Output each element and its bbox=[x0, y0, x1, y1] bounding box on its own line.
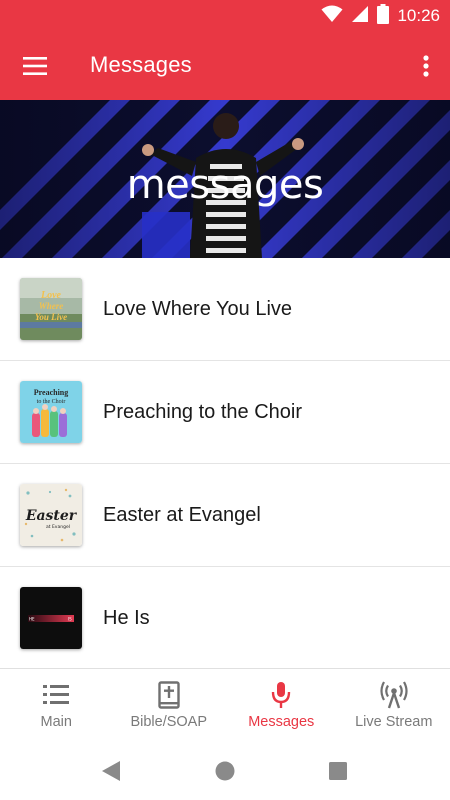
status-icons: 10:26 bbox=[321, 3, 440, 29]
series-thumbnail: HE IS bbox=[20, 587, 82, 649]
svg-text:Love: Love bbox=[40, 290, 62, 301]
status-bar: 10:26 bbox=[0, 0, 450, 32]
series-title: Preaching to the Choir bbox=[103, 401, 303, 423]
series-title: Easter at Evangel bbox=[103, 504, 261, 526]
nav-label-main: Main bbox=[40, 714, 72, 730]
series-thumbnail: Preaching to the Choir bbox=[20, 381, 82, 443]
wifi-icon bbox=[321, 5, 343, 28]
nav-item-main[interactable]: Main bbox=[0, 669, 113, 740]
svg-text:at Evangel: at Evangel bbox=[46, 524, 70, 530]
more-vert-icon[interactable] bbox=[414, 46, 438, 86]
back-icon[interactable] bbox=[100, 760, 122, 787]
nav-item-bible-soap[interactable]: Bible/SOAP bbox=[113, 669, 226, 740]
list-item[interactable]: Love Where You Live Love Where You Live bbox=[0, 258, 450, 361]
hero-banner: messages bbox=[0, 100, 450, 258]
svg-text:to the Choir: to the Choir bbox=[37, 399, 66, 405]
cell-signal-icon bbox=[351, 5, 369, 28]
bottom-navigation: Main Bible/SOAP Messages Live Stream bbox=[0, 668, 450, 740]
microphone-icon bbox=[266, 681, 296, 709]
svg-text:Easter: Easter bbox=[25, 508, 78, 524]
home-icon[interactable] bbox=[215, 760, 235, 787]
bible-icon bbox=[154, 681, 184, 709]
series-title: Love Where You Live bbox=[103, 298, 293, 320]
nav-label-bible-soap: Bible/SOAP bbox=[130, 714, 208, 730]
list-icon bbox=[41, 681, 71, 709]
app-bar: Messages bbox=[0, 32, 450, 100]
list-item[interactable]: Preaching to the Choir Preaching to the … bbox=[0, 361, 450, 464]
svg-text:HE: HE bbox=[29, 617, 35, 622]
list-item[interactable]: HE IS He Is bbox=[0, 567, 450, 670]
hero-title: messages bbox=[126, 162, 324, 208]
message-series-list: Love Where You Live Love Where You Live … bbox=[0, 258, 450, 670]
system-navigation-bar bbox=[0, 740, 450, 800]
list-item[interactable]: Easter at Evangel Easter at Evangel bbox=[0, 464, 450, 567]
page-title: Messages bbox=[90, 52, 192, 77]
battery-icon bbox=[377, 3, 390, 29]
nav-item-live-stream[interactable]: Live Stream bbox=[338, 669, 450, 740]
svg-text:Where: Where bbox=[39, 301, 64, 311]
svg-text:Preaching: Preaching bbox=[34, 388, 69, 397]
series-thumbnail: Easter at Evangel bbox=[20, 484, 82, 546]
broadcast-icon bbox=[379, 681, 409, 709]
menu-icon[interactable] bbox=[14, 46, 56, 86]
nav-label-messages: Messages bbox=[248, 714, 315, 730]
recents-icon[interactable] bbox=[328, 760, 348, 787]
series-title: He Is bbox=[103, 607, 150, 629]
series-thumbnail: Love Where You Live bbox=[20, 278, 82, 340]
svg-text:You Live: You Live bbox=[35, 312, 67, 322]
svg-text:IS: IS bbox=[68, 617, 72, 622]
status-time: 10:26 bbox=[397, 6, 440, 25]
nav-label-live-stream: Live Stream bbox=[355, 714, 433, 730]
nav-item-messages[interactable]: Messages bbox=[225, 669, 338, 740]
